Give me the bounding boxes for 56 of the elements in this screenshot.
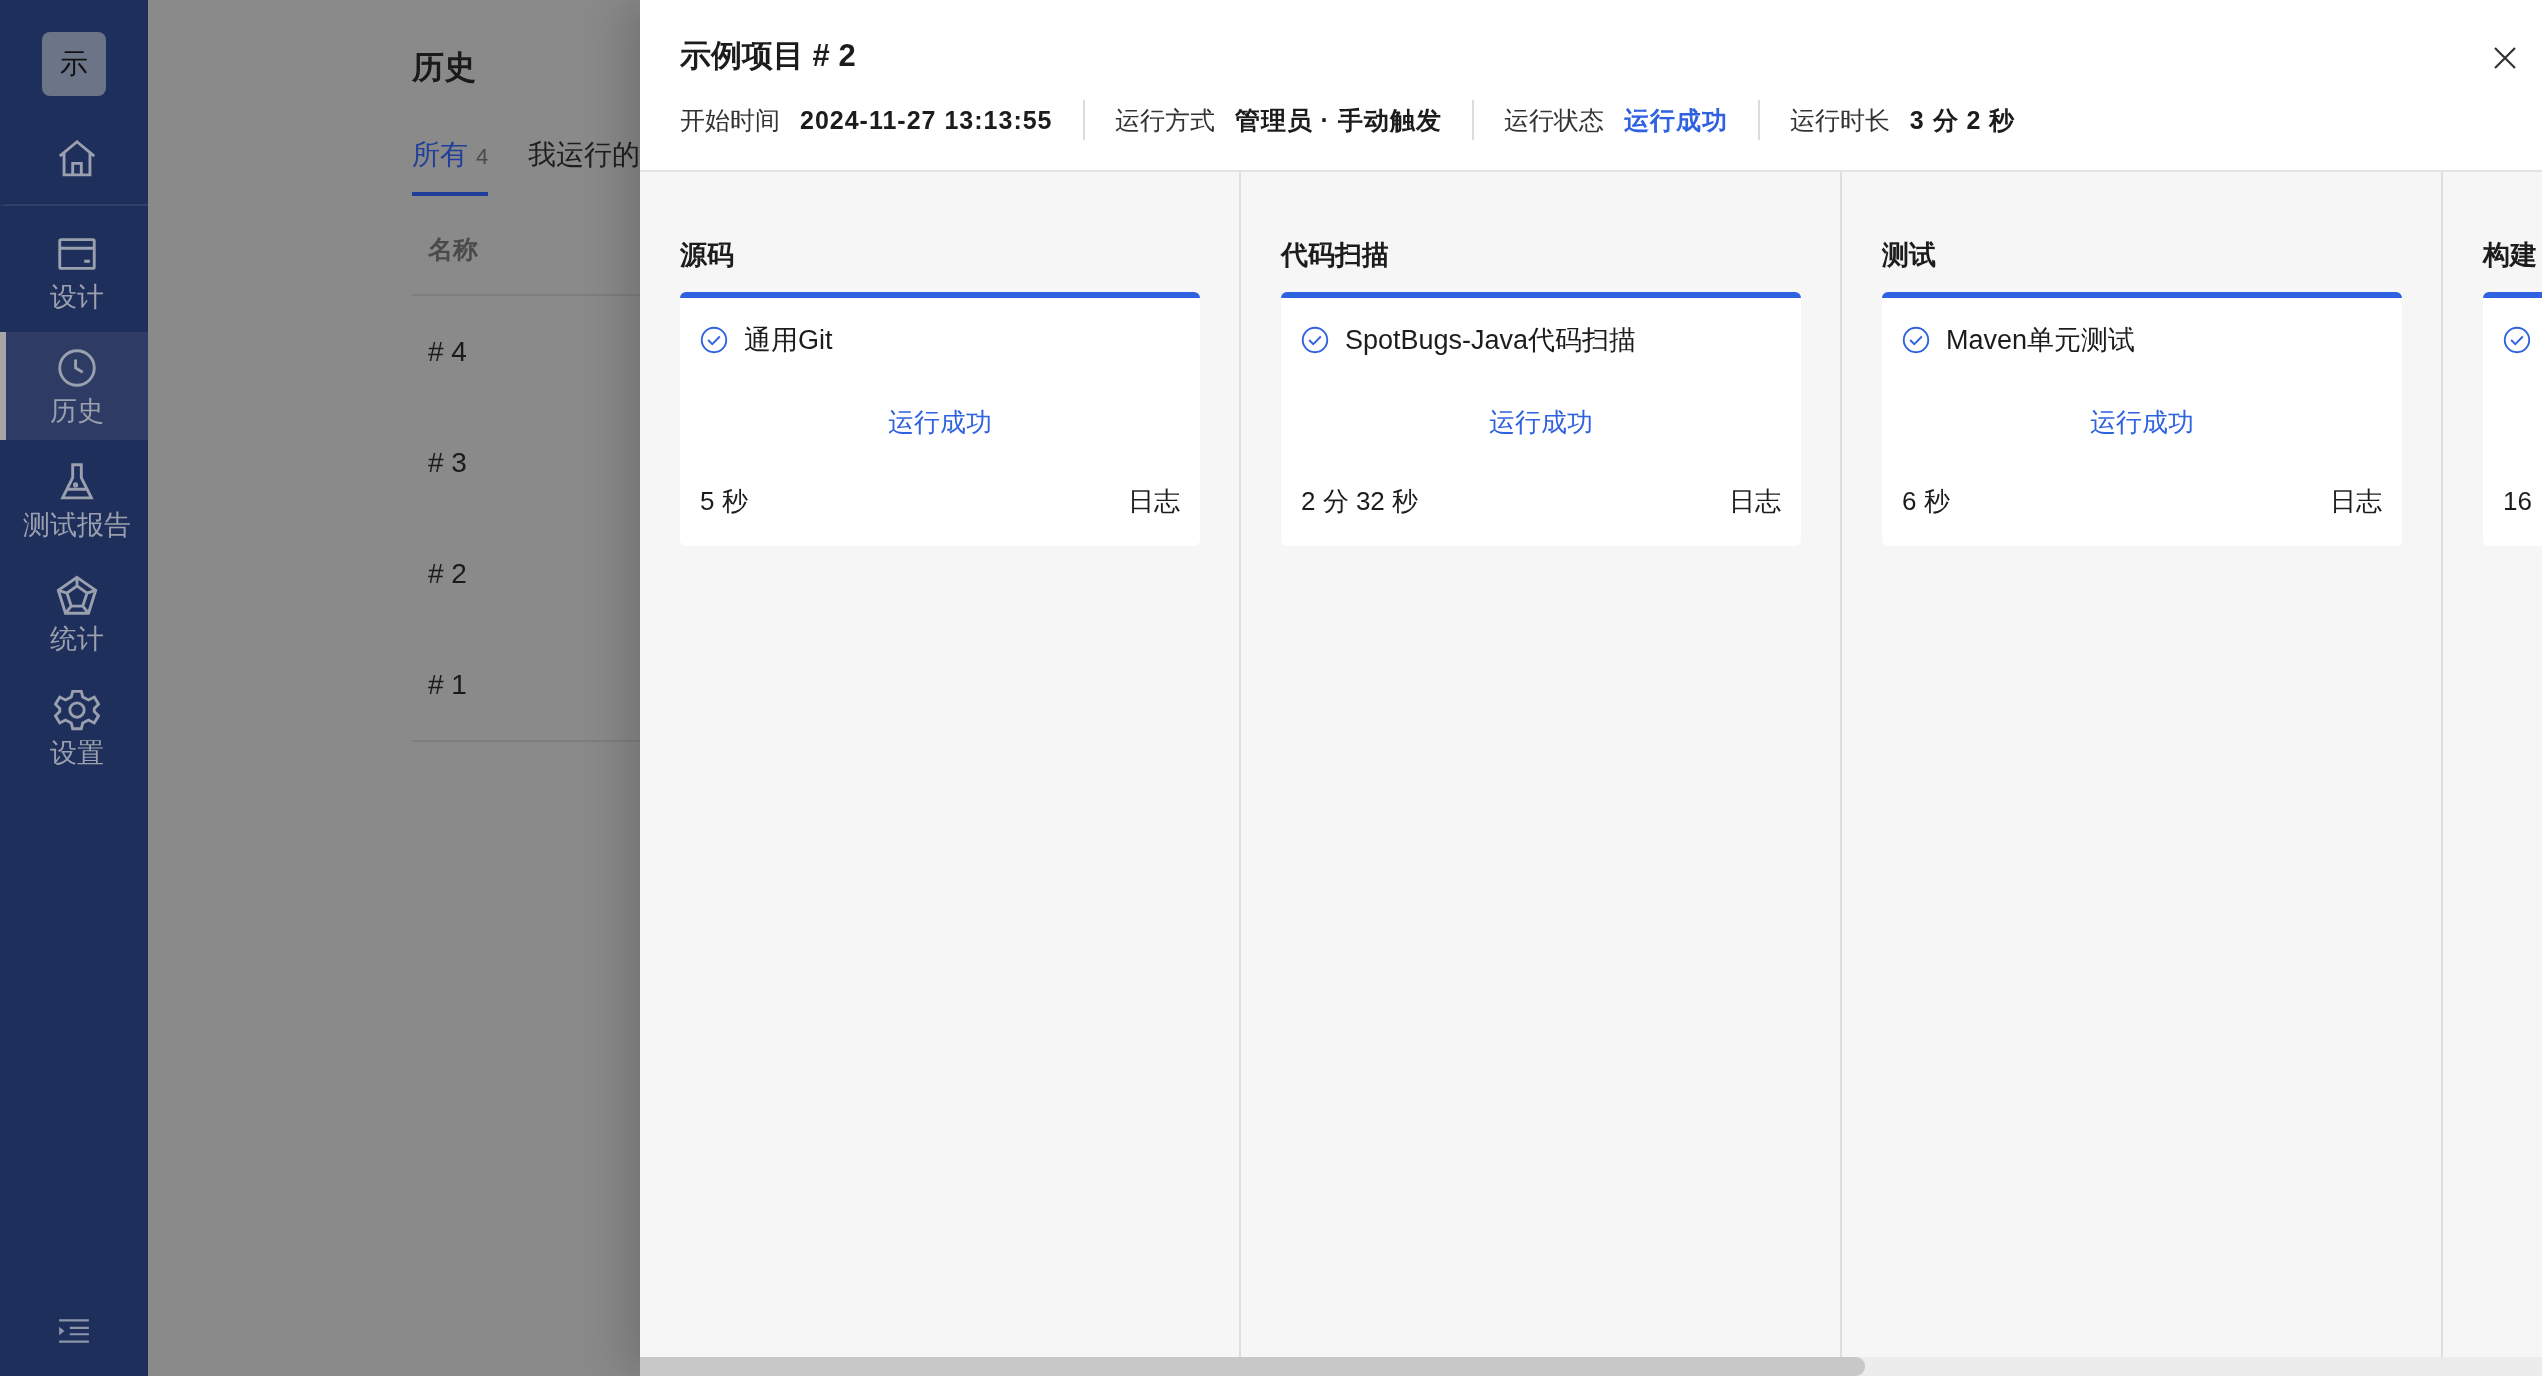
nav-item[interactable]: 设置 [0,674,148,782]
page-title: 历史 [412,48,476,87]
job-name: 通用Git [744,324,833,357]
nav-item[interactable]: 统计 [0,560,148,668]
log-link[interactable]: 日志 [1128,483,1180,519]
job-status: 运行成功 [1489,405,1593,439]
stage-title: 代码扫描 [1281,240,1390,270]
nav-label: 测试报告 [23,511,131,541]
table-cell-text: # 3 [427,446,467,479]
job-duration: 2 分 32 秒 [1301,484,1419,518]
nav-label: 历史 [50,397,104,427]
log-link[interactable]: 日志 [1729,483,1781,519]
meta-value: 运行成功 [1623,104,1728,136]
table-cell-text: # 1 [427,668,467,701]
job-duration: 6 秒 [1902,484,1950,518]
job-card[interactable]: 通用Git 运行成功 5 秒 日志 [680,292,1200,546]
job-name: SpotBugs-Java代码扫描 [1345,324,1637,357]
collapse-menu-icon[interactable] [57,1318,91,1344]
meta-label: 开始时间 [680,105,780,136]
nav-label: 设计 [50,283,104,313]
check-circle-icon [1902,326,1930,354]
table-cell-text: # 2 [427,557,467,590]
job-card[interactable]: Maven单元测试 运行成功 6 秒 日志 [1882,292,2402,546]
job-duration: 16 [2503,485,2532,517]
meta-value: 3 分 2 秒 [1909,104,2016,136]
job-duration: 5 秒 [700,484,748,518]
stage-title: 源码 [680,240,735,270]
stage-title: 测试 [1882,240,1937,270]
stage-title: 构建 [2483,240,2538,270]
meta-value: 2024-11-27 13:13:55 [800,105,1053,135]
meta-value: 管理员 · 手动触发 [1234,104,1442,136]
check-circle-icon [1301,326,1329,354]
drawer-title: 示例项目 # 2 [680,37,857,75]
job-card[interactable]: SpotBugs-Java代码扫描 运行成功 2 分 32 秒 日志 [1281,292,1801,546]
nav-label: 设置 [50,739,104,769]
nav-item[interactable]: 设计 [0,218,148,326]
tab[interactable]: 所有 4 [412,136,489,196]
logo[interactable]: 示 [42,32,106,96]
job-status: 运行成功 [2090,405,2194,439]
nav-label: 统计 [50,625,104,655]
log-link[interactable]: 日志 [2330,483,2382,519]
tab[interactable]: 我运行的 [528,136,641,196]
column-header: 名称 [427,233,478,265]
job-card[interactable]: 16 [2483,292,2542,546]
meta-label: 运行方式 [1114,105,1215,136]
table-cell-text: # 4 [427,335,467,368]
nav-item[interactable]: 测试报告 [0,446,148,554]
job-status: 运行成功 [888,405,992,439]
close-icon[interactable] [2493,46,2517,70]
nav-item[interactable]: 历史 [0,332,148,440]
job-name: Maven单元测试 [1946,324,2136,357]
scrollbar-thumb[interactable] [640,1357,1865,1376]
check-circle-icon [700,326,728,354]
check-circle-icon [2503,326,2531,354]
meta-label: 运行时长 [1789,105,1890,136]
meta-label: 运行状态 [1503,105,1604,136]
